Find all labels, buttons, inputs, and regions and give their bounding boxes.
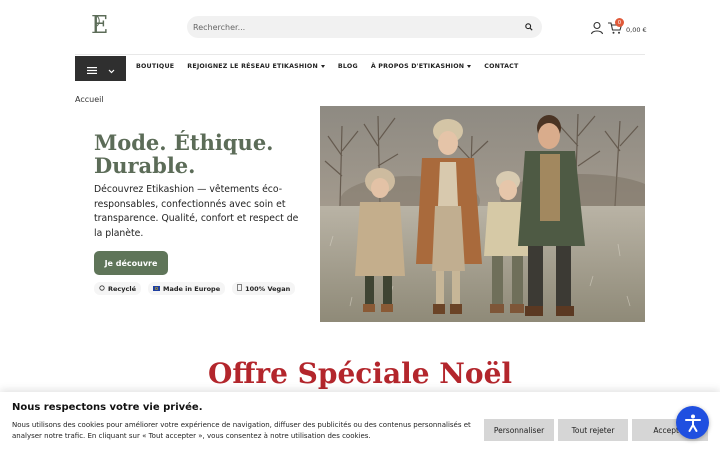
accessibility-icon[interactable] <box>676 406 709 439</box>
main-nav: BOUTIQUE REJOIGNEZ LE RÉSEAU ETIKASHION … <box>136 63 519 70</box>
nav-item-contact[interactable]: CONTACT <box>484 63 518 70</box>
search-bar <box>187 16 542 38</box>
caret-down-icon <box>467 65 472 68</box>
leaf-icon <box>237 284 242 293</box>
category-menu-button[interactable] <box>75 56 126 81</box>
customize-cookies-button[interactable]: Personnaliser <box>484 419 554 441</box>
special-offer-title: Offre Spéciale Noël <box>0 357 720 390</box>
cookie-title: Nous respectons votre vie privée. <box>12 402 203 413</box>
logo-letter: E <box>91 11 109 38</box>
account-icon[interactable] <box>590 20 604 35</box>
chevron-down-icon <box>108 59 115 78</box>
cart-count-badge: 0 <box>615 18 624 27</box>
badge-label: 100% Vegan <box>245 284 291 293</box>
badge-label: Recyclé <box>108 284 136 293</box>
recycle-icon <box>99 284 105 293</box>
hero-description: Découvrez Etikashion — vêtements éco-res… <box>94 184 299 239</box>
caret-down-icon <box>320 65 325 68</box>
cart-total[interactable]: 0,00 € <box>626 26 647 34</box>
breadcrumb[interactable]: Accueil <box>75 95 104 104</box>
eu-flag-icon <box>153 285 160 293</box>
hero-family-image <box>320 106 645 322</box>
hamburger-icon <box>86 59 97 78</box>
page: E 0 0,00 € BOUTIQUE REJOIGNEZ LE RÉSEAU … <box>0 0 720 450</box>
hero-title-line: Durable. <box>94 153 196 178</box>
badge-vegan: 100% Vegan <box>232 282 296 295</box>
header-divider <box>75 54 645 55</box>
nav-item-label: À PROPOS D'ETIKASHION <box>370 63 465 70</box>
nav-item-a-propos[interactable]: À PROPOS D'ETIKASHION <box>370 63 472 70</box>
offer-title-regular: Offre Spéciale <box>207 357 430 390</box>
reject-all-button[interactable]: Tout rejeter <box>558 419 628 441</box>
badge-made-in-europe: Made in Europe <box>148 282 226 295</box>
feature-badges: Recyclé Made in Europe 100% Vegan <box>94 282 296 295</box>
cookie-text: Nous utilisons des cookies pour améliore… <box>12 421 471 440</box>
nav-item-label: BOUTIQUE <box>136 63 175 70</box>
nav-item-label: BLOG <box>337 63 358 70</box>
badge-label: Made in Europe <box>163 284 221 293</box>
badge-recycled: Recyclé <box>94 282 141 295</box>
nav-item-boutique[interactable]: BOUTIQUE <box>136 63 174 70</box>
nav-item-label: REJOIGNEZ LE RÉSEAU ETIKASHION <box>187 63 318 70</box>
nav-item-blog[interactable]: BLOG <box>338 63 358 70</box>
brand-logo[interactable]: E <box>88 10 112 39</box>
search-input[interactable] <box>193 22 524 32</box>
search-icon[interactable] <box>524 22 534 32</box>
hero-title-line: Mode. Éthique. <box>94 130 274 155</box>
offer-title-bold: Noël <box>439 357 513 390</box>
nav-item-label: CONTACT <box>484 63 519 70</box>
discover-button[interactable]: Je découvre <box>94 251 168 275</box>
nav-item-rejoignez[interactable]: REJOIGNEZ LE RÉSEAU ETIKASHION <box>187 63 325 70</box>
hero-title: Mode. Éthique. Durable. <box>94 131 314 177</box>
